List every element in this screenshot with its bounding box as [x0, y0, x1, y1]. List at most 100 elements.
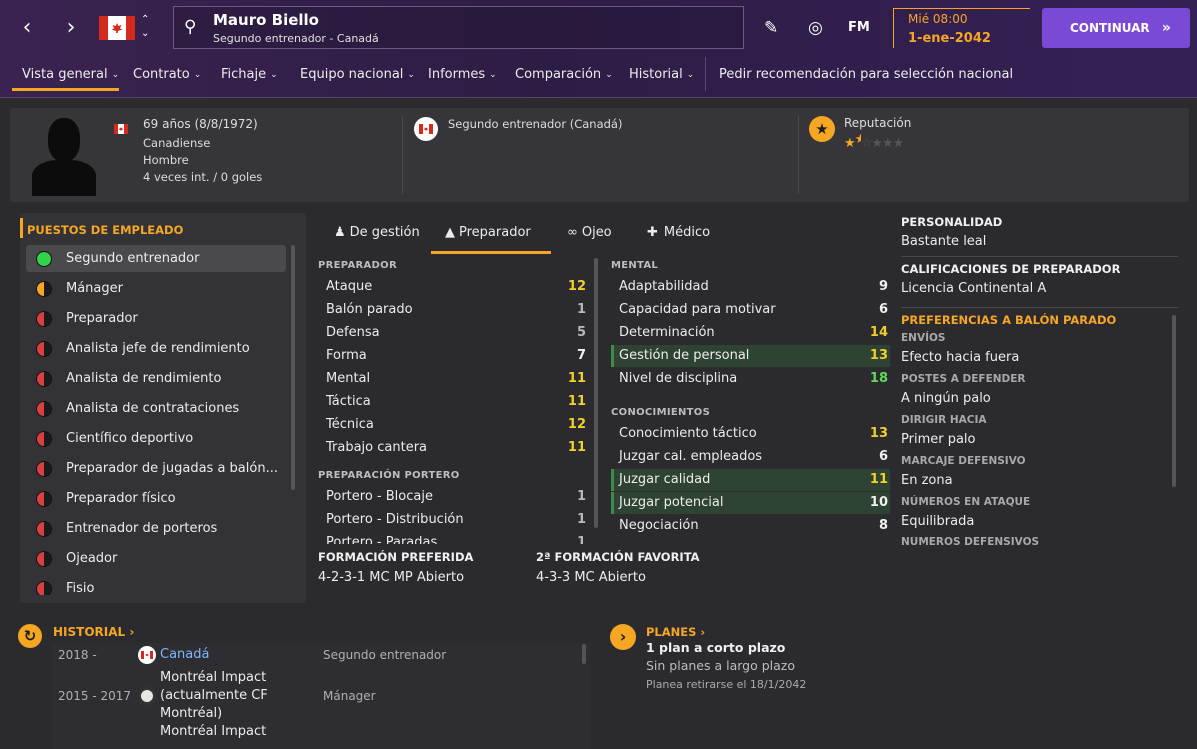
edit-icon[interactable]: ✎: [764, 18, 778, 38]
jobs-scrollbar[interactable]: [291, 245, 295, 490]
tab-medico[interactable]: ✚ Médico: [647, 222, 710, 254]
qualifications-title: CALIFICACIONES DE PREPARADOR: [901, 262, 1121, 276]
personality: Bastante leal: [901, 234, 987, 249]
medkit-icon: ✚: [647, 225, 658, 240]
menu-fichaje[interactable]: Fichaje ⌄: [221, 67, 278, 82]
attr-row: Forma 7: [326, 348, 586, 363]
club-badge-icon: [138, 687, 156, 705]
current-role: Segundo entrenador (Canadá): [448, 117, 623, 131]
chevron-left-icon[interactable]: ‹: [12, 14, 42, 44]
fm-logo[interactable]: FM: [848, 20, 870, 35]
history-club[interactable]: Montréal Impact: [160, 724, 266, 739]
coach-section-title: PREPARADOR: [318, 260, 397, 271]
short-plan[interactable]: 1 plan a corto plazo: [646, 640, 785, 655]
date-box[interactable]: Mié 08:00 1-ene-2042: [893, 8, 1030, 48]
attr-row: Portero - Paradas 1: [326, 535, 586, 544]
knowledge-section-title: CONOCIMIENTOS: [611, 407, 711, 418]
job-item[interactable]: Mánager: [26, 275, 286, 302]
job-item[interactable]: Segundo entrenador: [26, 245, 286, 272]
canada-badge-icon: [414, 117, 438, 141]
history-title[interactable]: HISTORIAL ›: [53, 625, 134, 639]
attr-row-highlighted: Juzgar calidad 11: [611, 469, 890, 491]
reputation-stars: ★★☆★★★: [844, 132, 904, 151]
menu-equipo-nacional[interactable]: Equipo nacional ⌄: [300, 67, 415, 82]
nationality: Canadiense: [143, 136, 211, 150]
job-item[interactable]: Preparador físico: [26, 485, 286, 512]
attr-row: Balón parado 1: [326, 302, 586, 317]
job-item[interactable]: Analista de rendimiento: [26, 365, 286, 392]
personality-title: PERSONALIDAD: [901, 215, 1003, 229]
age: 69 años (8/8/1972): [143, 117, 258, 131]
history-table: [52, 643, 590, 749]
profile-header: 69 años (8/8/1972) Canadiense Hombre 4 v…: [10, 108, 1189, 202]
jobs-title: PUESTOS DE EMPLEADO: [27, 223, 184, 237]
history-club[interactable]: Montréal Impact (actualmente CF Montréal…: [160, 669, 300, 723]
menu-informes[interactable]: Informes ⌄: [428, 67, 497, 82]
attr-row-highlighted: Gestión de personal 13: [611, 345, 890, 367]
attr-row: Táctica 11: [326, 394, 586, 409]
attr-row: Portero - Blocaje 1: [326, 489, 586, 504]
attr-row-highlighted: Juzgar potencial 10: [611, 492, 890, 514]
job-item[interactable]: Ojeador: [26, 545, 286, 572]
setpiece-value: Equilibrada: [901, 514, 975, 529]
attr-row: Trabajo cantera 11: [326, 440, 586, 455]
retire-plan: Planea retirarse el 18/1/2042: [646, 678, 807, 691]
cycle-arrows-icon[interactable]: ⌃ ⌄: [141, 13, 149, 41]
long-plan: Sin planes a largo plazo: [646, 658, 795, 673]
canada-flag-icon: [114, 124, 128, 134]
setpiece-title: PREFERENCIAS A BALÓN PARADO: [901, 313, 1117, 327]
active-tab-underline: [12, 88, 119, 91]
divider: [798, 116, 799, 194]
menu-comparacion[interactable]: Comparación ⌄: [515, 67, 613, 82]
continue-button[interactable]: CONTINUAR »: [1042, 8, 1190, 48]
setpiece-value: Efecto hacia fuera: [901, 350, 1020, 365]
job-item[interactable]: Analista de contrataciones: [26, 395, 286, 422]
qualification: Licencia Continental A: [901, 281, 1047, 296]
job-item[interactable]: Preparador: [26, 305, 286, 332]
preferred-formation-title: FORMACIÓN PREFERIDA: [318, 550, 474, 564]
attr-row: Determinación 14: [619, 325, 888, 340]
history-scrollbar[interactable]: [582, 644, 586, 664]
divider: [901, 256, 1178, 257]
history-club-link[interactable]: Canadá: [160, 647, 209, 662]
tab-gestion[interactable]: ♟ De gestión: [334, 222, 420, 254]
job-item[interactable]: Fisio: [26, 575, 286, 595]
setpiece-value: En zona: [901, 473, 953, 488]
star-icon: ★: [809, 116, 835, 142]
setpiece-label-clipped: NÚMEROS DEFENSIVOS: [901, 536, 1040, 545]
setpiece-value: Primer palo: [901, 432, 976, 447]
menu-historial[interactable]: Historial ⌄: [629, 67, 694, 82]
setpiece-value: A ningún palo: [901, 391, 991, 406]
date-day: Mié 08:00: [908, 12, 968, 26]
setpiece-label: POSTES A DEFENDER: [901, 373, 1026, 385]
attrs-scrollbar[interactable]: [594, 258, 598, 528]
chevron-right-circle-icon: ›: [610, 624, 636, 650]
setpiece-label: MARCAJE DEFENSIVO: [901, 455, 1026, 467]
menu-contrato[interactable]: Contrato ⌄: [133, 67, 201, 82]
tab-preparador[interactable]: ▲ Preparador: [445, 222, 531, 254]
attr-row: Conocimiento táctico 13: [619, 426, 888, 441]
mental-section-title: MENTAL: [611, 260, 659, 271]
setpiece-label: ENVÍOS: [901, 332, 946, 344]
globe-ball-icon[interactable]: ◎: [808, 18, 823, 38]
chevron-right-icon[interactable]: ›: [56, 14, 86, 44]
reputation-label: Reputación: [844, 116, 912, 130]
plans-title[interactable]: PLANES ›: [646, 625, 705, 639]
attr-row: Negociación 8: [619, 518, 888, 533]
menu-recommend[interactable]: Pedir recomendación para selección nacio…: [719, 67, 1013, 82]
job-item[interactable]: Preparador de jugadas a balón...: [26, 455, 286, 482]
person-search-box[interactable]: ⚲ Mauro Biello Segundo entrenador - Cana…: [173, 6, 744, 49]
attr-row: Adaptabilidad 9: [619, 279, 888, 294]
divider: [901, 307, 1178, 308]
history-role: Segundo entrenador: [323, 648, 447, 662]
setpiece-scrollbar[interactable]: [1172, 315, 1176, 487]
menu-vista-general[interactable]: Vista general ⌄: [22, 67, 119, 82]
job-item[interactable]: Analista jefe de rendimiento: [26, 335, 286, 362]
job-item[interactable]: Entrenador de porteros: [26, 515, 286, 542]
divider: [402, 116, 403, 194]
setpiece-label: DIRIGIR HACIA: [901, 414, 987, 426]
person-role: Segundo entrenador - Canadá: [213, 32, 379, 45]
job-item[interactable]: Científico deportivo: [26, 425, 286, 452]
date-value: 1-ene-2042: [908, 31, 991, 46]
tab-ojeo[interactable]: ∞ Ojeo: [567, 222, 612, 254]
